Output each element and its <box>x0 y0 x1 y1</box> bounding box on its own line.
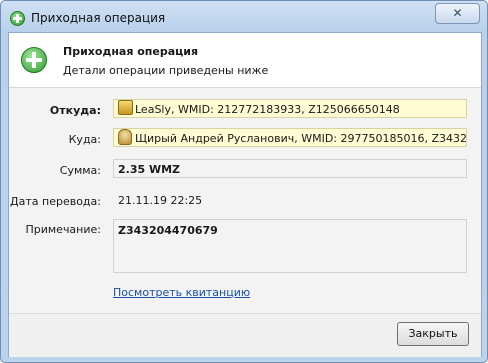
window-close-button[interactable]: ✕ <box>435 3 480 24</box>
amount-value: 2.35 WMZ <box>118 163 181 176</box>
wm-passport-icon <box>118 100 133 115</box>
amount-label: Сумма: <box>59 164 101 177</box>
dialog-body: Приходная операция Детали операции приве… <box>8 32 482 357</box>
to-value: Щирый Андрей Русланович, WMID: 297750185… <box>135 132 467 145</box>
date-label: Дата перевода: <box>10 195 101 208</box>
header-title: Приходная операция <box>63 45 199 58</box>
window-title: Приходная операция <box>31 11 166 25</box>
title-bar[interactable]: Приходная операция ✕ <box>1 1 487 32</box>
to-field[interactable]: Щирый Андрей Русланович, WMID: 297750185… <box>113 128 467 147</box>
from-field[interactable]: LeaSly, WMID: 212772183933, Z12506665014… <box>113 99 467 118</box>
dialog-header: Приходная операция Детали операции приве… <box>9 33 481 88</box>
note-field[interactable]: Z343204470679 <box>113 219 467 273</box>
dialog-footer: Закрыть <box>9 313 481 357</box>
dialog-window: Приходная операция ✕ Приходная операция … <box>0 0 488 363</box>
from-value: LeaSly, WMID: 212772183933, Z12506665014… <box>135 103 400 116</box>
header-subtitle: Детали операции приведены ниже <box>63 64 269 77</box>
close-button[interactable]: Закрыть <box>397 322 469 346</box>
date-value: 21.11.19 22:25 <box>118 194 203 207</box>
close-icon: ✕ <box>452 6 463 20</box>
add-circle-icon <box>21 47 47 73</box>
view-receipt-link[interactable]: Посмотреть квитанцию <box>113 286 250 299</box>
user-icon <box>118 129 132 145</box>
note-label: Примечание: <box>25 223 101 236</box>
from-label: Откуда: <box>49 104 101 117</box>
to-label: Куда: <box>68 133 101 146</box>
date-field: 21.11.19 22:25 <box>113 190 467 209</box>
add-circle-icon <box>10 11 25 26</box>
note-value: Z343204470679 <box>118 224 218 237</box>
amount-field: 2.35 WMZ <box>113 159 467 178</box>
